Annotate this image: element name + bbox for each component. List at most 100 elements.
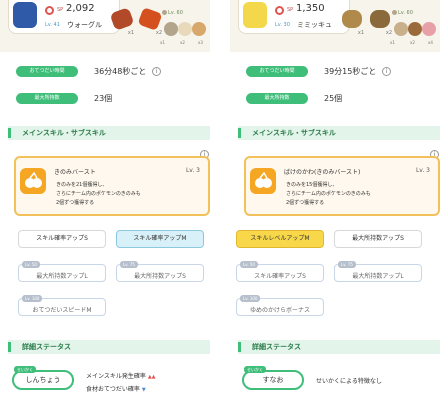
pokemon-icon: [13, 2, 37, 28]
subskill-label: 最大所持数アップS: [134, 273, 186, 280]
skill-section-header: メインスキル・サブスキル: [8, 126, 210, 140]
sp-icon: [275, 6, 284, 15]
level-tag: Lv. 75: [338, 261, 356, 268]
subskill-label: スキル確率アップS: [254, 273, 306, 280]
berry-burst-icon: [20, 168, 46, 194]
nature-badge[interactable]: せいかく すなお: [242, 366, 304, 390]
berry-count: x1: [357, 30, 364, 36]
help-time-value: 36分48秒ごと: [94, 67, 147, 76]
ingredient-count: x2: [180, 40, 185, 45]
desc-line: きのみを21個獲得し、: [56, 182, 108, 188]
berry-count: x2: [385, 30, 392, 36]
section-title: メインスキル・サブスキル: [22, 129, 106, 137]
pokemon-card[interactable]: SP 1,350 Lv. 30 ミミッキュ: [238, 0, 350, 34]
subskill-label: おてつだいスピードM: [32, 307, 92, 314]
info-icon[interactable]: i: [152, 67, 161, 76]
locked-subskill[interactable]: Lv. 75 最大所持数アップL: [334, 261, 422, 282]
skill-section-header: メインスキル・サブスキル: [238, 126, 440, 140]
subskill-label: ゆめのかけらボーナス: [249, 307, 310, 314]
max-carry-value: 25個: [324, 94, 343, 103]
ingredient-count: x3: [198, 40, 203, 45]
berry-item: x2: [368, 8, 392, 36]
main-skill-card[interactable]: きのみバースト Lv. 3 きのみを21個獲得し、 さらにチーム内のポケモンのき…: [14, 156, 210, 216]
locked-subskill[interactable]: Lv. 75 最大所持数アップS: [116, 261, 204, 282]
locked-subskill[interactable]: Lv. 100 おてつだいスピードM: [18, 295, 106, 316]
effect-text: メインスキル発生確率: [86, 373, 146, 380]
sp-value: 1,350: [296, 3, 325, 14]
max-carry-label: 最大所持数: [16, 93, 78, 104]
main-skill-name: きのみバースト: [54, 169, 96, 176]
pokemon-level: Lv. 41: [45, 22, 60, 28]
main-skill-name: ばけのかわ(きのみバースト): [284, 169, 361, 176]
ingredient-icon: [178, 22, 192, 36]
section-title: 詳細ステータス: [252, 343, 301, 351]
detail-section-header: 詳細ステータス: [8, 340, 210, 354]
sp-label: SP: [57, 7, 64, 13]
pokemon-icon: [243, 2, 267, 28]
subskill-button[interactable]: スキル確率アップS: [18, 230, 106, 248]
ingredient-level: Lv. 60: [168, 10, 183, 16]
subskill-button[interactable]: スキル確率アップM: [116, 230, 204, 248]
nature-tag: せいかく: [244, 366, 266, 373]
berry-icon: [342, 10, 362, 28]
subskill-label: 最大所持数アップL: [352, 273, 404, 280]
sp-value: 2,092: [66, 3, 95, 14]
pokemon-detail-panel-1: SP 2,092 Lv. 41 ウォーグル x1 x2 Lv. 60 x1 x2…: [0, 0, 210, 394]
pokemon-card[interactable]: SP 2,092 Lv. 41 ウォーグル: [8, 0, 120, 34]
down-arrow-icon: ▼: [141, 387, 146, 393]
subskill-button[interactable]: 最大所持数アップS: [334, 230, 422, 248]
subskill-button[interactable]: スキルレベルアップM: [236, 230, 324, 248]
locked-subskill[interactable]: Lv. 100 ゆめのかけらボーナス: [236, 295, 324, 316]
desc-line: きのみを15個獲得し、: [286, 182, 338, 188]
desc-line: 2個ずつ獲得する: [286, 200, 325, 206]
section-accent: [238, 342, 241, 352]
berry-burst-icon: [250, 168, 276, 194]
section-title: 詳細ステータス: [22, 343, 71, 351]
section-accent: [8, 128, 11, 138]
section-accent: [238, 128, 241, 138]
level-tag: Lv. 100: [22, 295, 43, 302]
berry-icon: [370, 10, 390, 28]
desc-line: さらにチーム内のポケモンのきのみも: [56, 191, 141, 197]
main-skill-description: きのみを21個獲得し、 さらにチーム内のポケモンのきのみも 2個ずつ獲得する: [56, 181, 141, 208]
locked-subskill[interactable]: Lv. 50 スキル確率アップS: [236, 261, 324, 282]
section-accent: [8, 342, 11, 352]
subskill-label: 最大所持数アップL: [36, 273, 88, 280]
detail-section-header: 詳細ステータス: [238, 340, 440, 354]
panel-divider: [210, 0, 230, 394]
berry-item: x2: [137, 7, 163, 36]
section-title: メインスキル・サブスキル: [252, 129, 336, 137]
ingredient-icon: [394, 22, 408, 36]
berry-item: x1: [340, 8, 364, 36]
main-skill-level: Lv. 3: [415, 167, 430, 174]
sp-icon: [45, 6, 54, 15]
level-tag: Lv. 75: [120, 261, 138, 268]
berry-item: x1: [109, 7, 135, 36]
nature-value: すなお: [262, 376, 284, 384]
nature-effect: せいかくによる特徴なし: [316, 376, 382, 385]
ingredient-level-icon: [392, 10, 397, 15]
level-tag: Lv. 100: [240, 295, 261, 302]
nature-effect-up: メインスキル発生確率 ▲▲: [86, 371, 156, 380]
ingredient-level-icon: [162, 10, 167, 15]
ingredient-count: x1: [160, 40, 165, 45]
ingredient-icon: [192, 22, 206, 36]
main-skill-card[interactable]: ばけのかわ(きのみバースト) Lv. 3 きのみを15個獲得し、 さらにチーム内…: [244, 156, 440, 216]
info-icon[interactable]: i: [382, 67, 391, 76]
nature-tag: せいかく: [14, 366, 36, 373]
berry-icon: [109, 7, 135, 31]
level-tag: Lv. 50: [22, 261, 40, 268]
level-tag: Lv. 50: [240, 261, 258, 268]
main-skill-level: Lv. 3: [185, 167, 200, 174]
pokemon-level: Lv. 30: [275, 22, 290, 28]
main-skill-description: きのみを15個獲得し、 さらにチーム内のポケモンのきのみも 2個ずつ獲得する: [286, 181, 371, 208]
ingredient-count: x2: [410, 40, 415, 45]
locked-subskill[interactable]: Lv. 50 最大所持数アップL: [18, 261, 106, 282]
ingredient-icon: [408, 22, 422, 36]
nature-badge[interactable]: せいかく しんちょう: [12, 366, 74, 390]
effect-text: 食材おてつだい確率: [86, 386, 140, 393]
nature-value: しんちょう: [25, 376, 61, 384]
max-carry-label: 最大所持数: [246, 93, 308, 104]
help-time-value: 39分15秒ごと: [324, 67, 377, 76]
berry-count: x2: [155, 30, 162, 36]
